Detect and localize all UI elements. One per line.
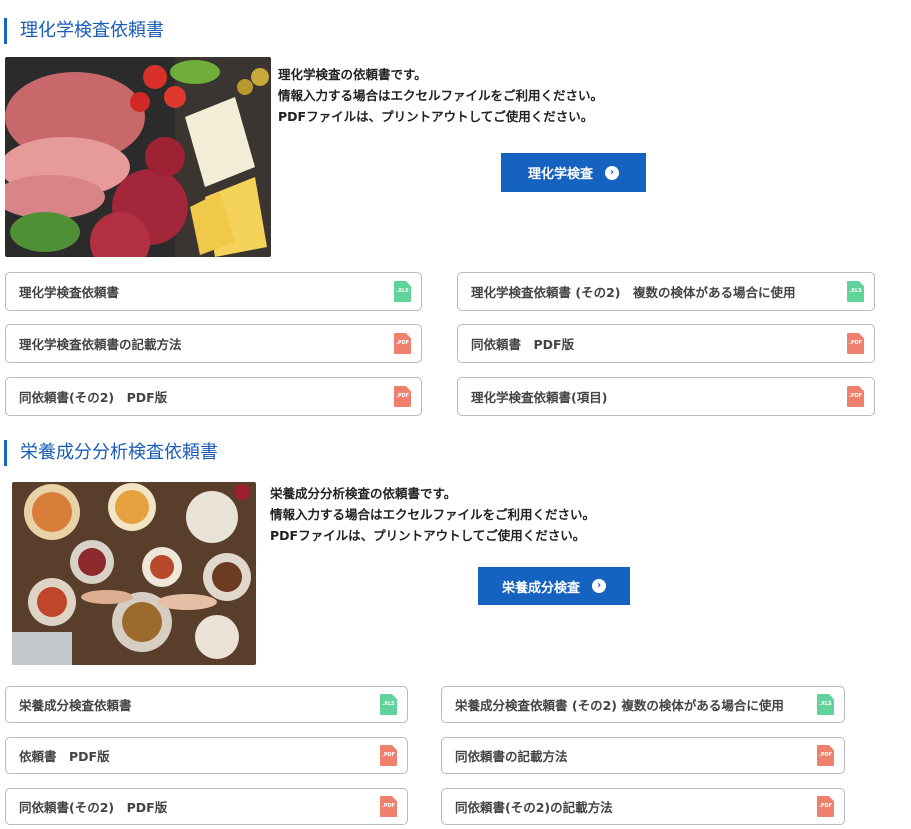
download-label: 同依頼書(その2) PDF版: [19, 800, 168, 815]
xls-file-icon: .XLS: [847, 281, 864, 302]
section-title-nutrition: 栄養成分分析検査依頼書: [4, 440, 218, 466]
pdf-file-icon: .PDF: [394, 386, 411, 407]
button-label: 理化学検査: [527, 167, 593, 182]
xls-file-icon: .XLS: [817, 694, 834, 715]
download-chemistry-items-pdf[interactable]: 理化学検査依頼書(項目) .PDF: [457, 377, 875, 416]
intro-line: 情報入力する場合はエクセルファイルをご利用ください。: [278, 88, 604, 103]
download-chemistry-instructions-pdf[interactable]: 理化学検査依頼書の記載方法 .PDF: [5, 324, 422, 363]
intro-line: 理化学検査の依頼書です。: [278, 67, 427, 82]
download-nutrition-instructions-2-pdf[interactable]: 同依頼書(その2)の記載方法 .PDF: [441, 788, 845, 825]
download-chemistry-request-pdf[interactable]: 同依頼書 PDF版 .PDF: [457, 324, 875, 363]
dinner-table-photo: [12, 482, 256, 665]
chevron-right-circle-icon: ›: [592, 579, 606, 593]
intro-text-chemistry: 理化学検査の依頼書です。 情報入力する場合はエクセルファイルをご利用ください。 …: [278, 64, 603, 127]
download-label: 同依頼書(その2)の記載方法: [455, 800, 613, 815]
pdf-file-icon: .PDF: [847, 386, 864, 407]
download-label: 理化学検査依頼書の記載方法: [19, 337, 182, 352]
download-chemistry-request-2-pdf[interactable]: 同依頼書(その2) PDF版 .PDF: [5, 377, 422, 416]
download-nutrition-request-2-pdf[interactable]: 同依頼書(その2) PDF版 .PDF: [5, 788, 408, 825]
pdf-file-icon: .PDF: [817, 796, 834, 817]
intro-text-nutrition: 栄養成分分析検査の依頼書です。 情報入力する場合はエクセルファイルをご利用くださ…: [270, 483, 595, 546]
chemistry-test-button[interactable]: 理化学検査 ›: [501, 153, 646, 192]
download-label: 理化学検査依頼書(項目): [471, 390, 608, 405]
download-label: 依頼書 PDF版: [19, 749, 110, 764]
xls-file-icon: .XLS: [380, 694, 397, 715]
download-label: 同依頼書の記載方法: [455, 749, 568, 764]
meat-cheese-photo: [5, 57, 271, 257]
download-label: 栄養成分検査依頼書: [19, 698, 132, 713]
pdf-file-icon: .PDF: [380, 796, 397, 817]
intro-line: 情報入力する場合はエクセルファイルをご利用ください。: [270, 507, 596, 522]
download-nutrition-instructions-pdf[interactable]: 同依頼書の記載方法 .PDF: [441, 737, 845, 774]
pdf-file-icon: .PDF: [847, 333, 864, 354]
pdf-file-icon: .PDF: [817, 745, 834, 766]
pdf-file-icon: .PDF: [394, 333, 411, 354]
button-label: 栄養成分検査: [501, 580, 580, 596]
download-label: 同依頼書 PDF版: [471, 337, 575, 352]
download-label: 理化学検査依頼書 (その2) 複数の検体がある場合に使用: [471, 285, 796, 300]
nutrition-test-button[interactable]: 栄養成分検査 ›: [478, 567, 630, 605]
download-nutrition-request-xls[interactable]: 栄養成分検査依頼書 .XLS: [5, 686, 408, 723]
download-nutrition-request-pdf[interactable]: 依頼書 PDF版 .PDF: [5, 737, 408, 774]
download-label: 理化学検査依頼書: [19, 285, 120, 300]
intro-line: 栄養成分分析検査の依頼書です。: [270, 486, 457, 501]
download-label: 栄養成分検査依頼書 (その2) 複数の検体がある場合に使用: [455, 698, 784, 713]
section-title-chemistry: 理化学検査依頼書: [4, 18, 164, 44]
download-chemistry-request-xls[interactable]: 理化学検査依頼書 .XLS: [5, 272, 422, 311]
xls-file-icon: .XLS: [394, 281, 411, 302]
chevron-right-circle-icon: ›: [605, 165, 619, 180]
intro-line: PDFファイルは、プリントアウトしてご使用ください。: [270, 528, 586, 543]
download-label: 同依頼書(その2) PDF版: [19, 390, 168, 405]
download-chemistry-request-2-xls[interactable]: 理化学検査依頼書 (その2) 複数の検体がある場合に使用 .XLS: [457, 272, 875, 311]
download-nutrition-request-2-xls[interactable]: 栄養成分検査依頼書 (その2) 複数の検体がある場合に使用 .XLS: [441, 686, 845, 723]
intro-line: PDFファイルは、プリントアウトしてご使用ください。: [278, 109, 594, 124]
pdf-file-icon: .PDF: [380, 745, 397, 766]
